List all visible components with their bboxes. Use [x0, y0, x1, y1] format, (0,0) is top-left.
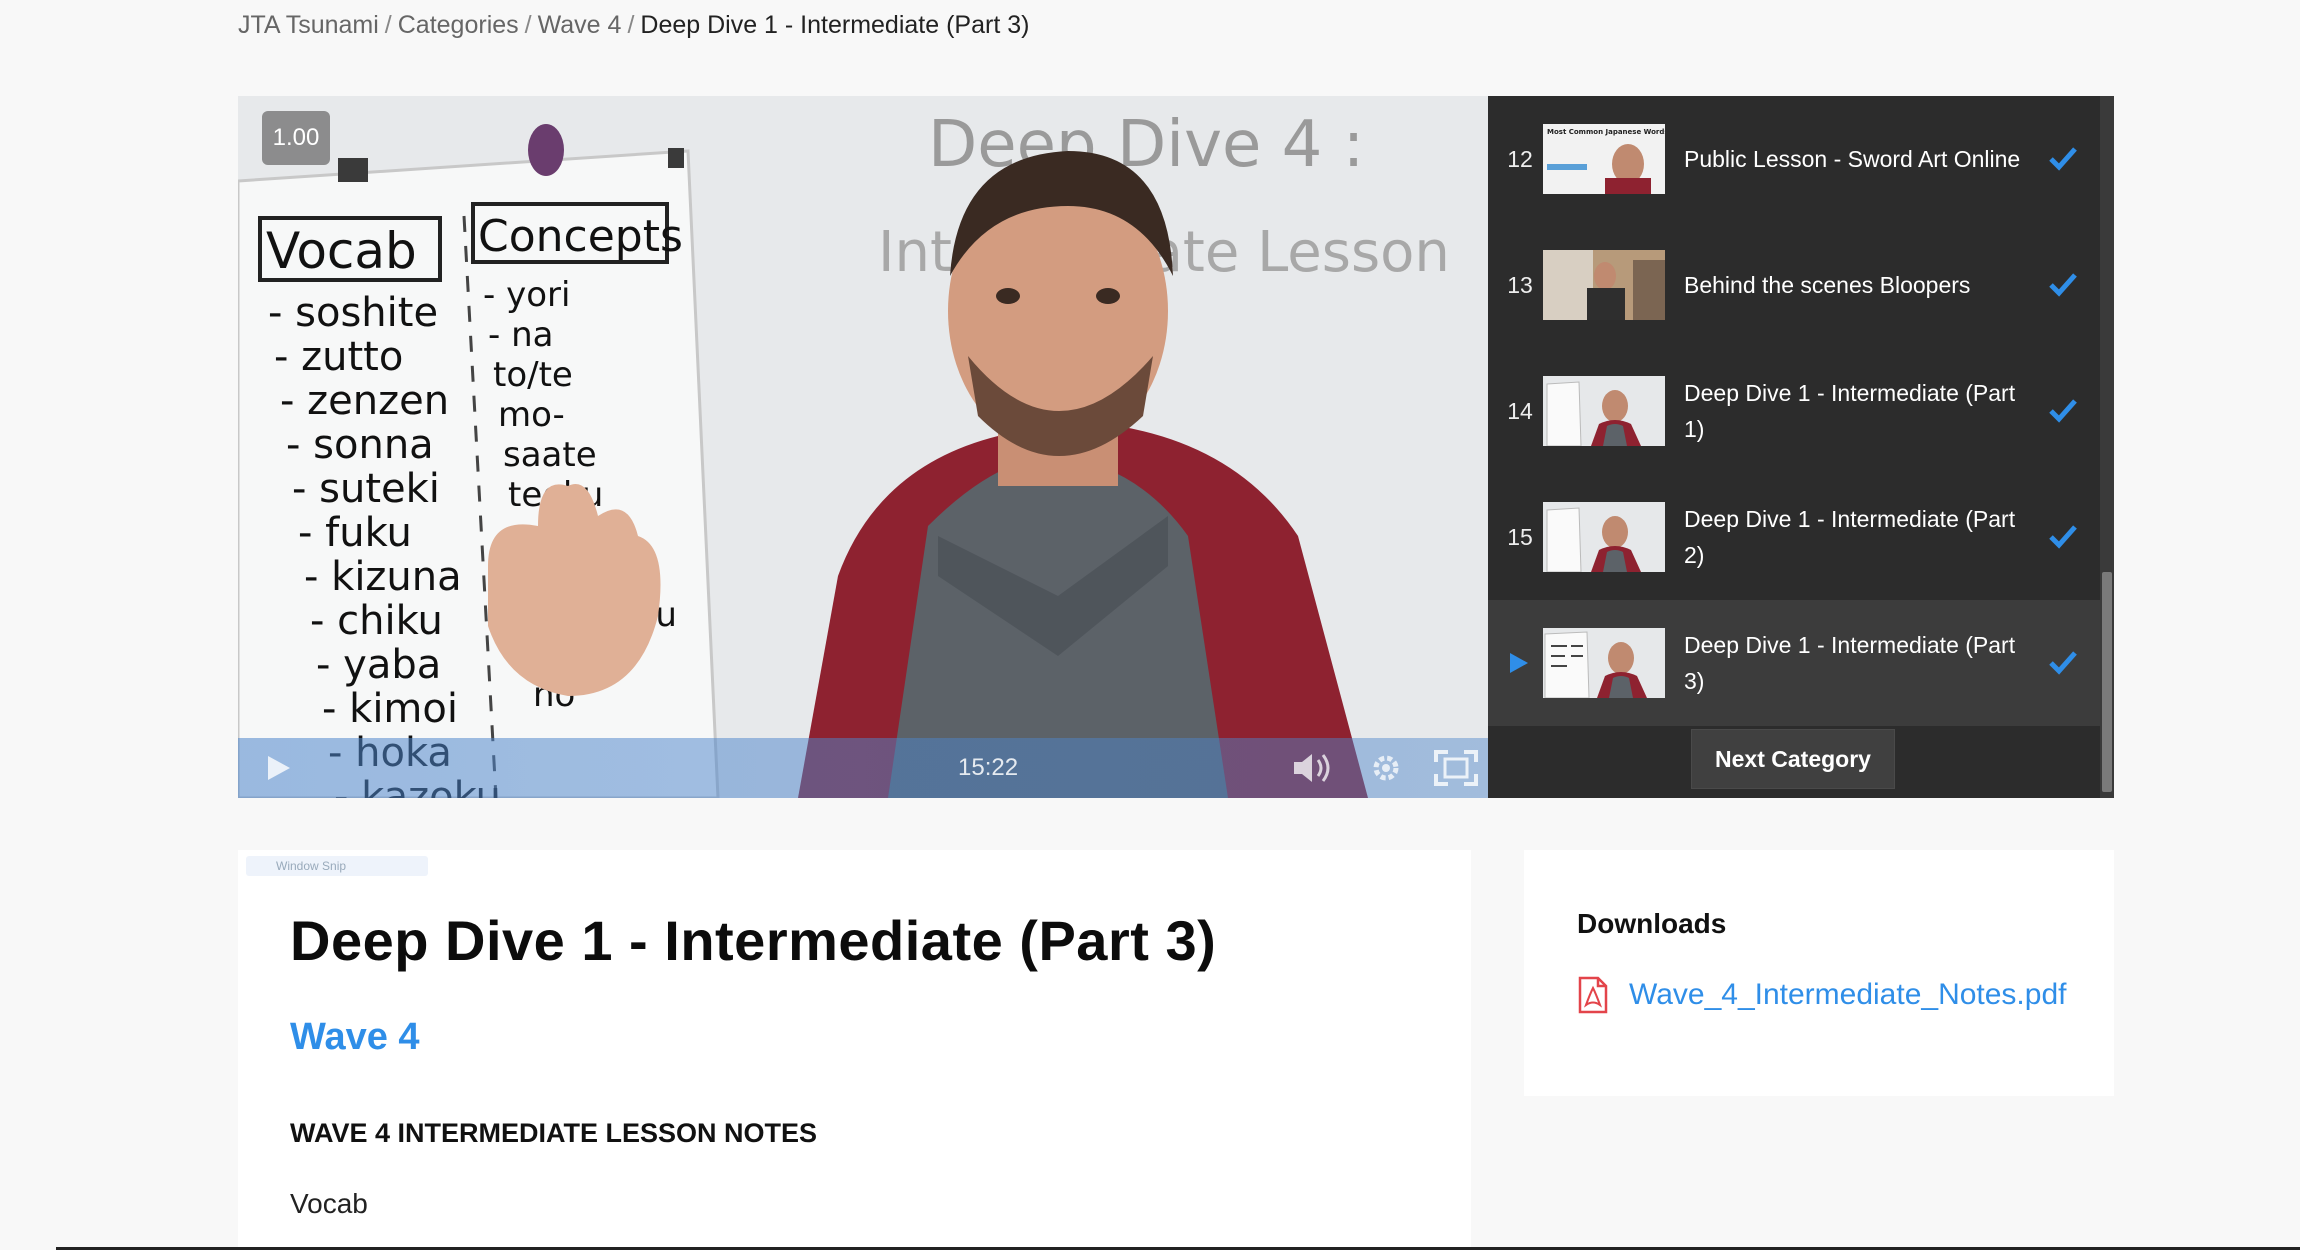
- playlist-item[interactable]: 15 Deep Dive 1 - Intermediate (Part 2): [1488, 474, 2100, 600]
- playlist-item[interactable]: 13 Behind the scenes Bloopers: [1488, 222, 2100, 348]
- playlist-item-current[interactable]: Deep Dive 1 - Intermediate (Part 3): [1488, 600, 2100, 726]
- lesson-playlist: 12 Most Common Japanese Words Public Les…: [1488, 96, 2114, 798]
- lesson-category[interactable]: Wave 4: [290, 1016, 420, 1059]
- video-time: 15:22: [958, 754, 1019, 781]
- whiteboard-word: to/te: [493, 355, 573, 395]
- playlist-item[interactable]: 14 Deep Dive 1 - Intermediate (Part 1): [1488, 348, 2100, 474]
- check-icon: [2049, 525, 2077, 549]
- breadcrumb-link-wave-4[interactable]: Wave 4: [538, 11, 622, 39]
- playlist-item-title: Deep Dive 1 - Intermediate (Part 2): [1684, 506, 2016, 568]
- whiteboard-word: - kimoi: [322, 686, 458, 732]
- playlist-item-title: Deep Dive 1 - Intermediate (Part 3): [1684, 632, 2016, 694]
- breadcrumb: JTA Tsunami / Categories / Wave 4/Deep Dive …: [238, 8, 1029, 42]
- whiteboard-col1-header: Vocab: [266, 222, 417, 280]
- playlist-item-title: Deep Dive 1 - Intermediate (Part 1): [1684, 380, 2016, 442]
- lesson-content-card: Window Snip Deep Dive 1 - Intermediate (…: [238, 850, 1471, 1250]
- whiteboard-word: - sonna: [286, 422, 434, 468]
- check-icon: [2049, 147, 2077, 171]
- now-playing-icon: [1510, 653, 1528, 673]
- next-category-button[interactable]: Next Category: [1691, 729, 1895, 789]
- play-icon[interactable]: [262, 752, 294, 784]
- whiteboard-word: mo-: [498, 395, 565, 435]
- video-control-bar: 15:22: [238, 738, 1488, 798]
- playlist-item-number: 15: [1507, 524, 1533, 550]
- whiteboard-word: - yaba: [316, 642, 441, 688]
- playlist-item-thumbnail[interactable]: [1543, 502, 1665, 572]
- whiteboard-word: - soshite: [268, 290, 438, 336]
- thumbnail-caption: Most Common Japanese Words: [1547, 128, 1665, 136]
- whiteboard-word: - fuku: [298, 510, 412, 556]
- whiteboard-title-line1: Deep Dive 4 :: [928, 108, 1364, 182]
- whiteboard-word: - suteki: [292, 466, 440, 512]
- downloads-heading: Downloads: [1577, 908, 1727, 939]
- video-player[interactable]: Deep Dive 4 : Intermediate Lesson Vocab …: [238, 96, 1488, 798]
- breadcrumb-separator: /: [524, 11, 532, 39]
- check-icon: [2049, 273, 2077, 297]
- playlist-item-number: 12: [1507, 146, 1533, 172]
- whiteboard-col2-header: Concepts: [478, 211, 683, 262]
- lesson-notes-text: Vocab: [290, 1188, 368, 1219]
- playlist-item-thumbnail[interactable]: [1543, 376, 1665, 446]
- whiteboard-word: - na: [488, 315, 553, 355]
- breadcrumb-separator: /: [384, 11, 392, 39]
- playlist-scroll-thumb[interactable]: [2102, 572, 2112, 792]
- playlist-item-number: 13: [1507, 272, 1533, 298]
- window-snip-overlay: Window Snip: [246, 856, 428, 876]
- fullscreen-icon[interactable]: [1434, 750, 1478, 786]
- playlist-item-thumbnail[interactable]: [1543, 250, 1665, 320]
- breadcrumb-separator: /: [627, 11, 635, 39]
- gear-icon[interactable]: [1368, 750, 1404, 786]
- lesson-title: Deep Dive 1 - Intermediate (Part 3): [290, 909, 1217, 972]
- video-frame[interactable]: Deep Dive 4 : Intermediate Lesson Vocab …: [238, 96, 1488, 798]
- playback-speed-button[interactable]: 1.00: [262, 111, 330, 165]
- download-item[interactable]: Wave_4_Intermediate_Notes.pdf: [1577, 976, 2066, 1014]
- whiteboard-word: - kizuna: [304, 554, 462, 600]
- playlist-item-thumbnail[interactable]: Most Common Japanese Words: [1543, 124, 1665, 194]
- whiteboard-word: - zutto: [274, 334, 403, 380]
- playlist-item-number: 14: [1507, 398, 1533, 424]
- lesson-notes-heading: WAVE 4 INTERMEDIATE LESSON NOTES: [290, 1118, 818, 1148]
- playlist-item-title: Public Lesson - Sword Art Online: [1684, 146, 2021, 172]
- breadcrumb-link-home[interactable]: JTA Tsunami: [238, 11, 379, 39]
- check-icon: [2049, 399, 2077, 423]
- downloads-card: Downloads Wave_4_Intermediate_Notes.pdf: [1524, 850, 2114, 1096]
- breadcrumb-link-categories[interactable]: Categories: [398, 11, 519, 39]
- whiteboard-word: saate: [503, 435, 597, 475]
- pdf-icon: [1578, 976, 1608, 1014]
- playlist-scrollbar[interactable]: [2100, 96, 2114, 798]
- check-icon: [2049, 651, 2077, 675]
- breadcrumb-current: Deep Dive 1 - Intermediate (Part 3): [640, 11, 1030, 39]
- download-link[interactable]: Wave_4_Intermediate_Notes.pdf: [1629, 978, 2066, 1012]
- playlist-item-thumbnail[interactable]: [1543, 628, 1665, 698]
- whiteboard-word: - zenzen: [280, 378, 449, 424]
- whiteboard-word: - yori: [483, 275, 570, 315]
- playlist-item[interactable]: 12 Most Common Japanese Words Public Les…: [1488, 96, 2100, 222]
- playlist-item-title: Behind the scenes Bloopers: [1684, 272, 1971, 298]
- volume-icon[interactable]: [1292, 750, 1336, 786]
- whiteboard-word: - chiku: [310, 598, 443, 644]
